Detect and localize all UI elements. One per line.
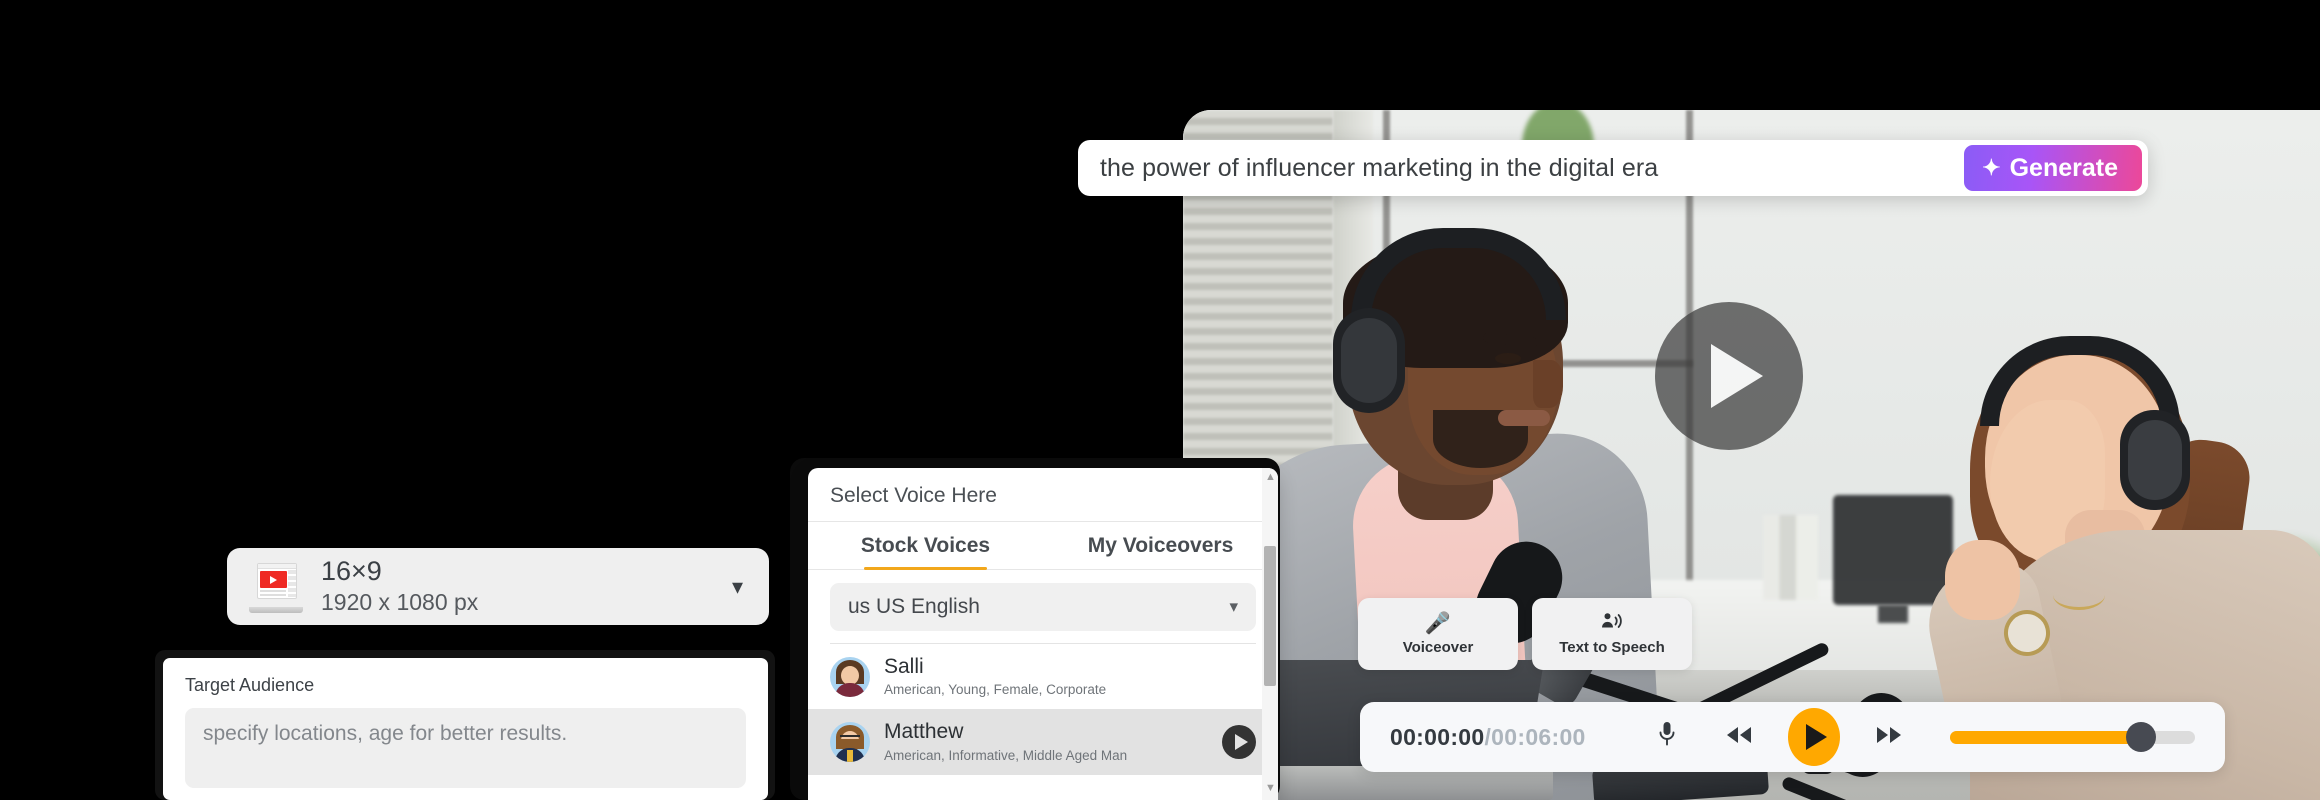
screenshot-root: the power of influencer marketing in the…	[0, 0, 2320, 800]
prompt-bar[interactable]: the power of influencer marketing in the…	[1078, 140, 2148, 196]
video-player-controls: 00:00:00/00:06:00	[1360, 702, 2225, 772]
generate-button[interactable]: ✦ Generate	[1964, 145, 2142, 191]
voiceover-button[interactable]: 🎤 Voiceover	[1358, 598, 1518, 670]
voice-list-item[interactable]: Matthew American, Informative, Middle Ag…	[808, 709, 1278, 775]
fast-forward-icon[interactable]	[1874, 722, 1904, 753]
voice-name: Salli	[884, 655, 924, 678]
voice-preview-play-button[interactable]	[1222, 725, 1256, 760]
rewind-icon[interactable]	[1724, 722, 1754, 753]
voice-panel-tabs: Stock Voices My Voiceovers	[808, 522, 1278, 570]
volume-slider[interactable]	[1949, 722, 2195, 752]
chevron-down-icon: ▾	[1229, 597, 1238, 616]
text-to-speech-button[interactable]: Text to Speech	[1532, 598, 1692, 670]
voice-description: American, Informative, Middle Aged Man	[884, 747, 1128, 763]
speaker-person-icon	[1601, 612, 1623, 634]
select-voice-panel: Select Voice Here Stock Voices My Voiceo…	[808, 468, 1278, 800]
laptop-video-icon	[249, 561, 303, 613]
avatar	[830, 656, 870, 697]
aspect-ratio-subtitle: 1920 x 1080 px	[321, 588, 479, 615]
play-button[interactable]	[1787, 708, 1840, 766]
voice-list-item[interactable]: Salli American, Young, Female, Corporate	[808, 644, 1278, 709]
prompt-input[interactable]: the power of influencer marketing in the…	[1100, 154, 1964, 183]
target-audience-label: Target Audience	[185, 675, 315, 695]
voice-list-scrollbar[interactable]: ▲ ▼	[1262, 468, 1278, 800]
video-action-buttons: 🎤 Voiceover Text to Speech	[1358, 598, 1692, 670]
voice-description: American, Young, Female, Corporate	[884, 682, 1107, 698]
generate-button-label: Generate	[2009, 153, 2118, 182]
scrollbar-thumb[interactable]	[1264, 546, 1276, 686]
playback-time: 00:00:00/00:06:00	[1390, 724, 1586, 751]
voice-name: Matthew	[884, 720, 964, 744]
target-audience-input[interactable]: specify locations, age for better result…	[185, 708, 746, 788]
voiceover-button-label: Voiceover	[1402, 638, 1474, 656]
chevron-down-icon: ▾	[731, 573, 743, 599]
tab-stock-voices[interactable]: Stock Voices	[808, 522, 1043, 570]
avatar	[830, 722, 870, 763]
language-select[interactable]: us US English ▾	[830, 583, 1256, 631]
video-thumbnail-image	[1183, 110, 2320, 800]
total-time: 00:06:00	[1491, 723, 1586, 750]
caret-up-icon[interactable]: ▲	[1265, 472, 1276, 483]
language-select-value: us US English	[848, 595, 980, 618]
volume-slider-knob[interactable]	[2126, 722, 2157, 752]
sparkle-icon: ✦	[1982, 155, 2001, 180]
current-time: 00:00:00	[1390, 723, 1485, 750]
target-audience-card: Target Audience specify locations, age f…	[163, 658, 768, 800]
video-preview-card[interactable]	[1183, 110, 2320, 800]
text-to-speech-button-label: Text to Speech	[1559, 639, 1665, 656]
microphone-icon: 🎤	[1424, 611, 1452, 635]
aspect-ratio-title: 16×9	[321, 555, 382, 586]
panel-title: Select Voice Here	[808, 468, 1278, 522]
tab-my-voiceovers[interactable]: My Voiceovers	[1043, 522, 1278, 569]
play-icon[interactable]	[1655, 302, 1803, 450]
caret-down-icon[interactable]: ▼	[1265, 783, 1276, 794]
microphone-icon[interactable]	[1658, 721, 1676, 754]
aspect-ratio-select[interactable]: 16×9 1920 x 1080 px ▾	[227, 548, 769, 625]
